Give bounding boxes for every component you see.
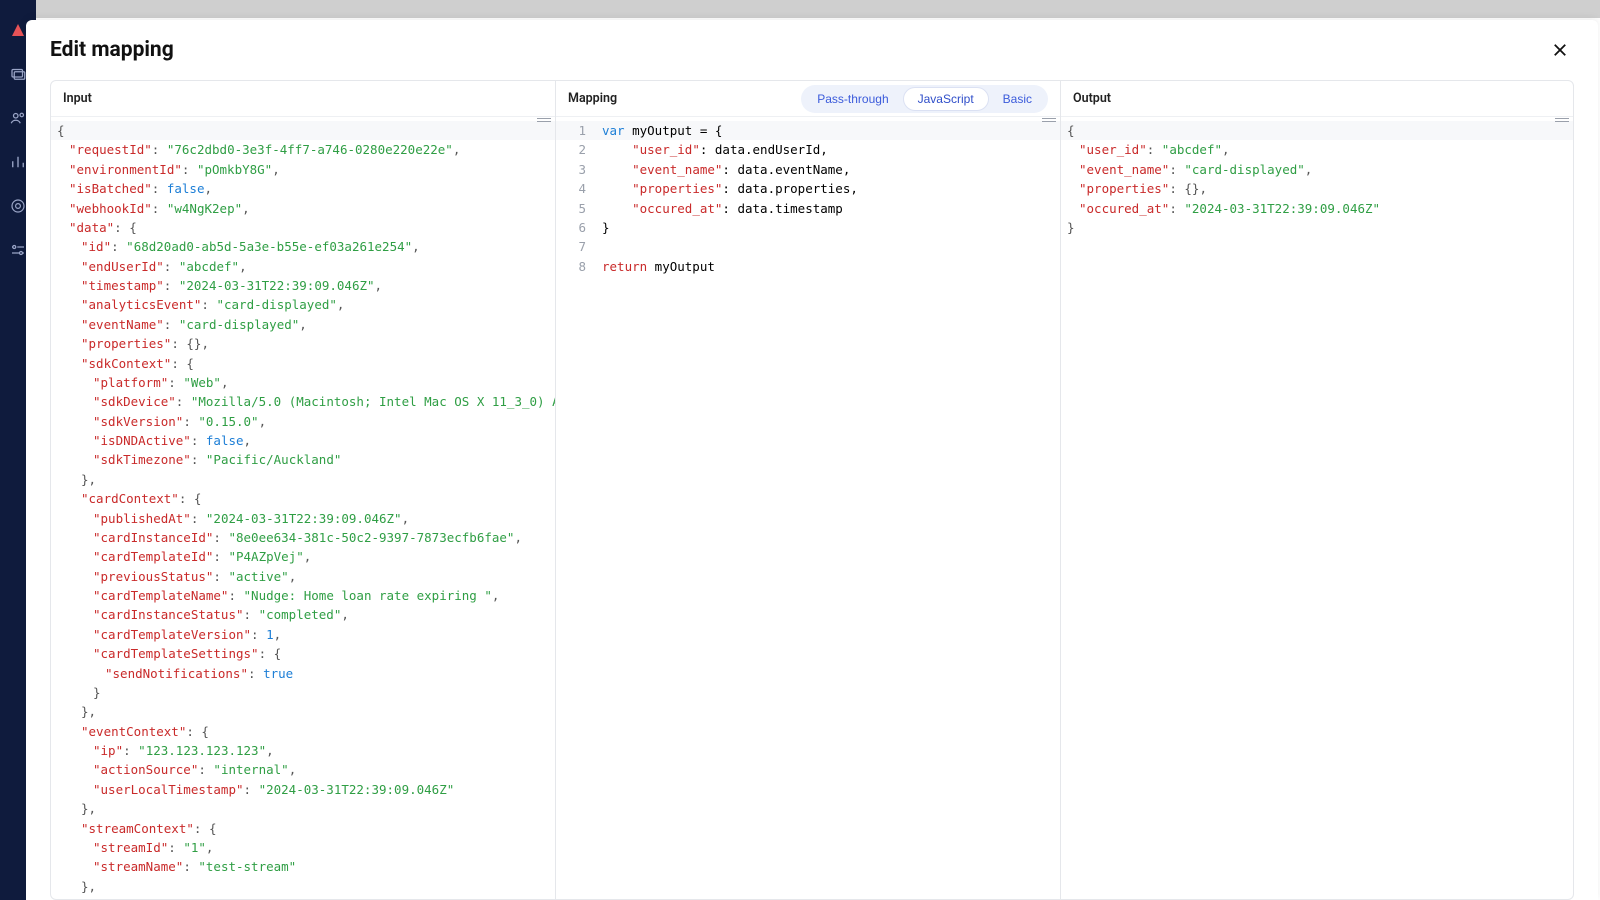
panel-mapping-header: Mapping Pass-through JavaScript Basic <box>556 81 1060 117</box>
edit-mapping-modal: Edit mapping Input {"requestId": "76c2db… <box>26 20 1598 900</box>
panel-mapping-title: Mapping <box>568 91 617 106</box>
panel-input: Input {"requestId": "76c2dbd0-3e3f-4ff7-… <box>51 81 556 899</box>
close-button[interactable] <box>1546 36 1574 64</box>
input-json-viewer[interactable]: {"requestId": "76c2dbd0-3e3f-4ff7-a746-0… <box>51 117 555 899</box>
output-json-viewer[interactable]: {"user_id": "abcdef","event_name": "card… <box>1061 117 1573 899</box>
tab-javascript[interactable]: JavaScript <box>903 87 989 111</box>
cards-icon[interactable] <box>8 64 28 84</box>
close-icon <box>1551 41 1569 59</box>
target-icon[interactable] <box>8 196 28 216</box>
settings-icon[interactable] <box>8 240 28 260</box>
resize-handle-icon[interactable] <box>537 117 551 123</box>
resize-handle-icon[interactable] <box>1042 117 1056 123</box>
browser-top-strip <box>0 0 1600 18</box>
panel-input-title: Input <box>63 91 92 106</box>
panel-output-title: Output <box>1073 91 1111 106</box>
mapping-code-editor[interactable]: 1var myOutput = {2 "user_id": data.endUs… <box>556 117 1060 899</box>
modal-header: Edit mapping <box>26 20 1598 72</box>
panels: Input {"requestId": "76c2dbd0-3e3f-4ff7-… <box>50 80 1574 900</box>
users-icon[interactable] <box>8 108 28 128</box>
tab-passthrough[interactable]: Pass-through <box>803 87 902 111</box>
mapping-mode-tabs: Pass-through JavaScript Basic <box>801 85 1048 113</box>
panel-output: Output {"user_id": "abcdef","event_name"… <box>1061 81 1573 899</box>
panel-input-header: Input <box>51 81 555 117</box>
panel-output-header: Output <box>1061 81 1573 117</box>
tab-basic[interactable]: Basic <box>989 87 1046 111</box>
modal-title: Edit mapping <box>50 38 174 62</box>
logo-icon <box>8 20 28 40</box>
resize-handle-icon[interactable] <box>1555 117 1569 123</box>
panel-mapping: Mapping Pass-through JavaScript Basic 1v… <box>556 81 1061 899</box>
analytics-icon[interactable] <box>8 152 28 172</box>
